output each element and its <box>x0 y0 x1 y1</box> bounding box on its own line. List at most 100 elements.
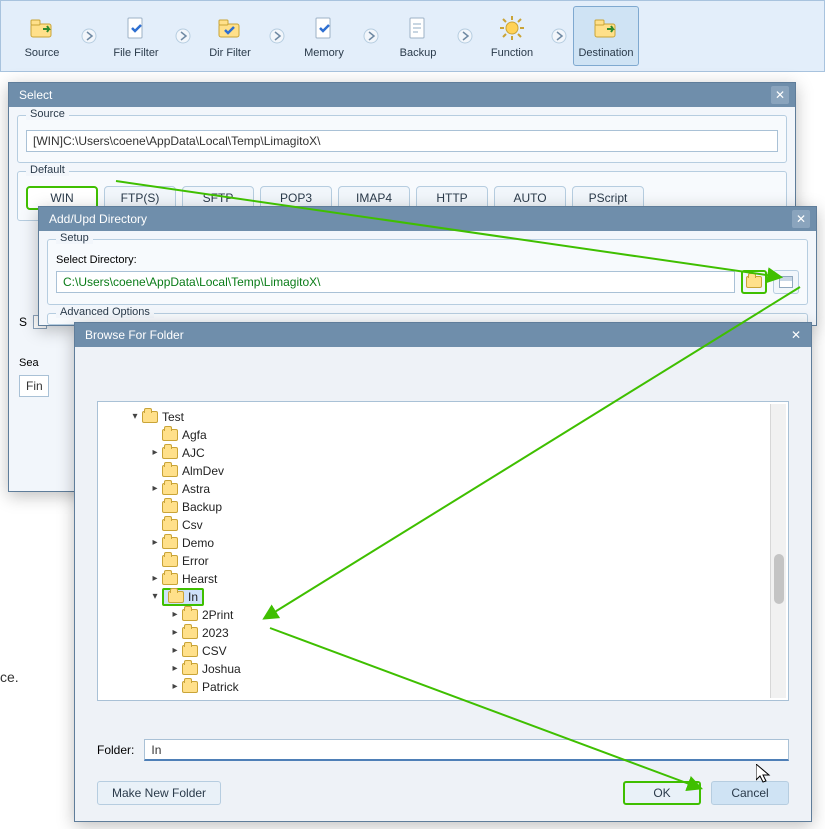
expander-icon[interactable]: ▸ <box>148 444 162 462</box>
toolbar-label: File Filter <box>113 47 158 59</box>
toolbar-label: Dir Filter <box>209 47 251 59</box>
folder-icon <box>162 573 178 585</box>
close-icon[interactable]: ✕ <box>792 210 810 228</box>
tree-item[interactable]: AlmDev <box>98 462 788 480</box>
tree-item[interactable]: ▸ 2Print <box>98 606 788 624</box>
setup-group: Setup Select Directory: <box>47 239 808 305</box>
expander-icon[interactable]: ▸ <box>168 606 182 624</box>
tree-label: 2Print <box>202 606 233 624</box>
addupd-title: Add/Upd Directory <box>49 212 147 226</box>
cancel-button[interactable]: Cancel <box>711 781 789 805</box>
folder-tree[interactable]: ▾TestAgfa▸AJCAlmDev▸AstraBackupCsv▸DemoE… <box>97 401 789 701</box>
chevron-right-icon <box>549 28 569 44</box>
folder-icon <box>182 609 198 621</box>
toolbar-function-button[interactable]: Function <box>479 6 545 66</box>
tree-item[interactable]: ▸2023 <box>98 624 788 642</box>
folder-icon <box>168 591 184 603</box>
tree-label: CSV <box>202 642 227 660</box>
sea-label: Sea <box>19 357 39 369</box>
expander-icon[interactable]: ▸ <box>148 570 162 588</box>
directory-input[interactable] <box>56 271 735 293</box>
tree-item[interactable]: Csv <box>98 516 788 534</box>
folder-icon <box>162 555 178 567</box>
list-icon <box>779 276 793 288</box>
expander-icon[interactable]: ▸ <box>168 678 182 696</box>
expander-icon[interactable]: ▸ <box>168 660 182 678</box>
scrollbar[interactable] <box>770 404 786 698</box>
tree-item[interactable]: ▾ Test <box>98 408 788 426</box>
tree-rows: ▾TestAgfa▸AJCAlmDev▸AstraBackupCsv▸DemoE… <box>98 408 788 696</box>
tree-item[interactable]: Agfa <box>98 426 788 444</box>
folder-input[interactable] <box>144 739 789 761</box>
folder-icon <box>162 501 178 513</box>
toolbar: Source File Filter Dir Filter Memory Backup F… <box>0 0 825 72</box>
expander-icon[interactable]: ▾ <box>128 408 142 426</box>
tree-label: Patrick <box>202 678 239 696</box>
expander-icon[interactable]: ▸ <box>168 642 182 660</box>
expander-icon[interactable]: ▸ <box>148 534 162 552</box>
chevron-right-icon <box>455 28 475 44</box>
file-icon <box>404 14 432 45</box>
truncated-text: ce. <box>0 669 19 685</box>
expander-icon[interactable]: ▸ <box>148 480 162 498</box>
tree-label: Joshua <box>202 660 241 678</box>
tree-label: In <box>188 588 198 606</box>
toolbar-label: Function <box>491 47 533 59</box>
tree-item[interactable]: ▸ Hearst <box>98 570 788 588</box>
ok-button[interactable]: OK <box>623 781 701 805</box>
tree-label: AlmDev <box>182 462 224 480</box>
browse-titlebar: Browse For Folder ✕ <box>75 323 811 347</box>
folder-icon <box>182 663 198 675</box>
folder-icon <box>162 465 178 477</box>
chevron-right-icon <box>361 28 381 44</box>
tree-item[interactable]: ▸ Demo <box>98 534 788 552</box>
gear-icon <box>498 14 526 45</box>
toolbar-destination-button[interactable]: Destination <box>573 6 639 66</box>
tree-label: Astra <box>182 480 210 498</box>
expander-icon[interactable]: ▾ <box>148 588 162 606</box>
folder-icon <box>182 627 198 639</box>
chevron-right-icon <box>267 28 287 44</box>
tree-label: Hearst <box>182 570 217 588</box>
file-check-icon <box>122 14 150 45</box>
tree-item[interactable]: ▸ Astra <box>98 480 788 498</box>
folder-go-icon <box>592 14 620 45</box>
fin-input[interactable] <box>19 375 49 397</box>
tree-item[interactable]: ▸AJC <box>98 444 788 462</box>
toolbar-backup-button[interactable]: Backup <box>385 6 451 66</box>
toolbar-label: Source <box>25 47 60 59</box>
toolbar-label: Backup <box>400 47 437 59</box>
source-path-input[interactable] <box>26 130 778 152</box>
tree-label: Error <box>182 552 209 570</box>
tree-item[interactable]: ▸ Joshua <box>98 660 788 678</box>
file-check-icon <box>310 14 338 45</box>
browse-folder-button[interactable] <box>741 270 767 294</box>
tree-item[interactable]: ▸ CSV <box>98 642 788 660</box>
s-label: S <box>19 315 27 329</box>
toolbar-file-filter-button[interactable]: File Filter <box>103 6 169 66</box>
toolbar-memory-button[interactable]: Memory <box>291 6 357 66</box>
toolbar-label: Memory <box>304 47 344 59</box>
tree-label: Demo <box>182 534 214 552</box>
addupd-dialog: Add/Upd Directory ✕ Setup Select Directo… <box>38 206 817 326</box>
tree-item[interactable]: Backup <box>98 498 788 516</box>
select-dialog-titlebar: Select ✕ <box>9 83 795 107</box>
tree-item[interactable]: Error <box>98 552 788 570</box>
scrollbar-thumb[interactable] <box>774 554 784 604</box>
folder-go-icon <box>28 14 56 45</box>
list-options-button[interactable] <box>773 270 799 294</box>
tree-label: Backup <box>182 498 222 516</box>
addupd-titlebar: Add/Upd Directory ✕ <box>39 207 816 231</box>
toolbar-dir-filter-button[interactable]: Dir Filter <box>197 6 263 66</box>
folder-icon <box>162 537 178 549</box>
toolbar-label: Destination <box>578 47 633 59</box>
close-icon[interactable]: ✕ <box>787 326 805 344</box>
tree-label: Test <box>162 408 184 426</box>
make-new-folder-button[interactable]: Make New Folder <box>97 781 221 805</box>
select-dialog-title: Select <box>19 88 52 102</box>
close-icon[interactable]: ✕ <box>771 86 789 104</box>
toolbar-source-button[interactable]: Source <box>9 6 75 66</box>
tree-item[interactable]: ▾ In <box>98 588 788 606</box>
tree-item[interactable]: ▸ Patrick <box>98 678 788 696</box>
expander-icon[interactable]: ▸ <box>168 624 182 642</box>
